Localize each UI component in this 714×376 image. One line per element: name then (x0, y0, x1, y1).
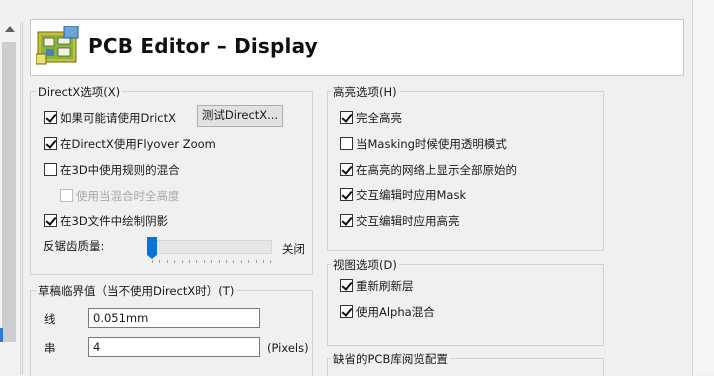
scroll-up-arrow-icon[interactable] (5, 26, 15, 32)
draft-threshold-group (30, 290, 313, 376)
antialias-slider-thumb[interactable] (147, 237, 157, 259)
directx-options-legend: DirectX选项(X) (36, 84, 123, 100)
shadows-3d-checkbox[interactable] (44, 214, 57, 227)
flyover-zoom-label: 在DirectX使用Flyover Zoom (60, 137, 216, 151)
line-label: 线 (44, 312, 56, 326)
blend-3d-checkbox[interactable] (44, 163, 57, 176)
show-all-primitives-checkbox[interactable] (340, 163, 353, 176)
refresh-layers-checkbox[interactable] (340, 279, 353, 292)
slider-tick (181, 260, 183, 263)
right-scroll-area (692, 0, 714, 375)
slider-tick (196, 260, 198, 263)
alpha-blend-checkbox[interactable] (340, 305, 353, 318)
antialias-label: 反锯齿质量: (43, 239, 105, 253)
slider-tick (226, 260, 227, 263)
slider-tick (174, 260, 176, 263)
highlight-options-legend: 高亮选项(H) (331, 84, 399, 100)
line-threshold-input[interactable]: 0.051mm (88, 308, 260, 328)
page-header: PCB Editor – Display (30, 19, 684, 76)
draft-threshold-legend: 草稿临界值（当不使用DirectX时）(T) (36, 283, 237, 299)
slider-tick (255, 260, 257, 263)
page-title: PCB Editor – Display (88, 34, 318, 58)
panel-divider (22, 22, 23, 375)
slider-tick (211, 260, 213, 263)
full-highlight-checkbox[interactable] (340, 111, 353, 124)
library-preview-legend: 缺省的PCB库阅览配置 (331, 351, 450, 367)
use-directx-checkbox[interactable] (44, 111, 57, 124)
slider-tick (248, 260, 250, 263)
slider-tick (166, 260, 168, 263)
selection-marker (0, 328, 3, 342)
antialias-value-label: 关闭 (282, 242, 305, 256)
interactive-mask-label: 交互编辑时应用Mask (356, 188, 467, 202)
slider-tick (189, 260, 190, 263)
slider-tick (270, 260, 272, 263)
test-directx-button[interactable]: 测试DirectX... (197, 105, 283, 127)
masking-transparent-label: 当Masking时候使用透明模式 (356, 137, 507, 151)
blend-3d-label: 在3D中使用规则的混合 (60, 163, 180, 177)
alpha-blend-label: 使用Alpha混合 (356, 305, 435, 319)
interactive-mask-checkbox[interactable] (340, 188, 353, 201)
left-scrollbar[interactable] (0, 22, 21, 375)
slider-tick (218, 260, 220, 263)
flyover-zoom-checkbox[interactable] (44, 137, 57, 150)
scrollbar-thumb[interactable] (2, 42, 16, 342)
full-brightness-label: 使用当混合时全高度 (76, 189, 180, 203)
shadows-3d-label: 在3D文件中绘制阴影 (60, 214, 169, 228)
string-unit-label: (Pixels) (267, 341, 309, 355)
string-label: 串 (44, 341, 56, 355)
slider-tick (152, 260, 153, 263)
view-options-legend: 视图选项(D) (331, 257, 399, 273)
refresh-layers-label: 重新刷新层 (356, 279, 414, 293)
interactive-highlight-label: 交互编辑时应用高亮 (356, 214, 460, 228)
antialias-slider-track[interactable] (147, 240, 272, 254)
interactive-highlight-checkbox[interactable] (340, 214, 353, 227)
full-highlight-label: 完全高亮 (356, 111, 402, 125)
slider-tick (203, 260, 205, 263)
slider-tick (263, 260, 264, 263)
slider-tick (159, 260, 161, 263)
use-directx-label: 如果可能请使用DrictX (60, 111, 176, 125)
show-all-primitives-label: 在高亮的网络上显示全部原始的 (356, 163, 517, 177)
slider-tick (233, 260, 235, 263)
full-brightness-checkbox[interactable] (60, 189, 73, 202)
masking-transparent-checkbox[interactable] (340, 137, 353, 150)
slider-tick (240, 260, 242, 263)
string-threshold-input[interactable]: 4 (88, 337, 260, 357)
pcb-board-icon (36, 26, 79, 65)
